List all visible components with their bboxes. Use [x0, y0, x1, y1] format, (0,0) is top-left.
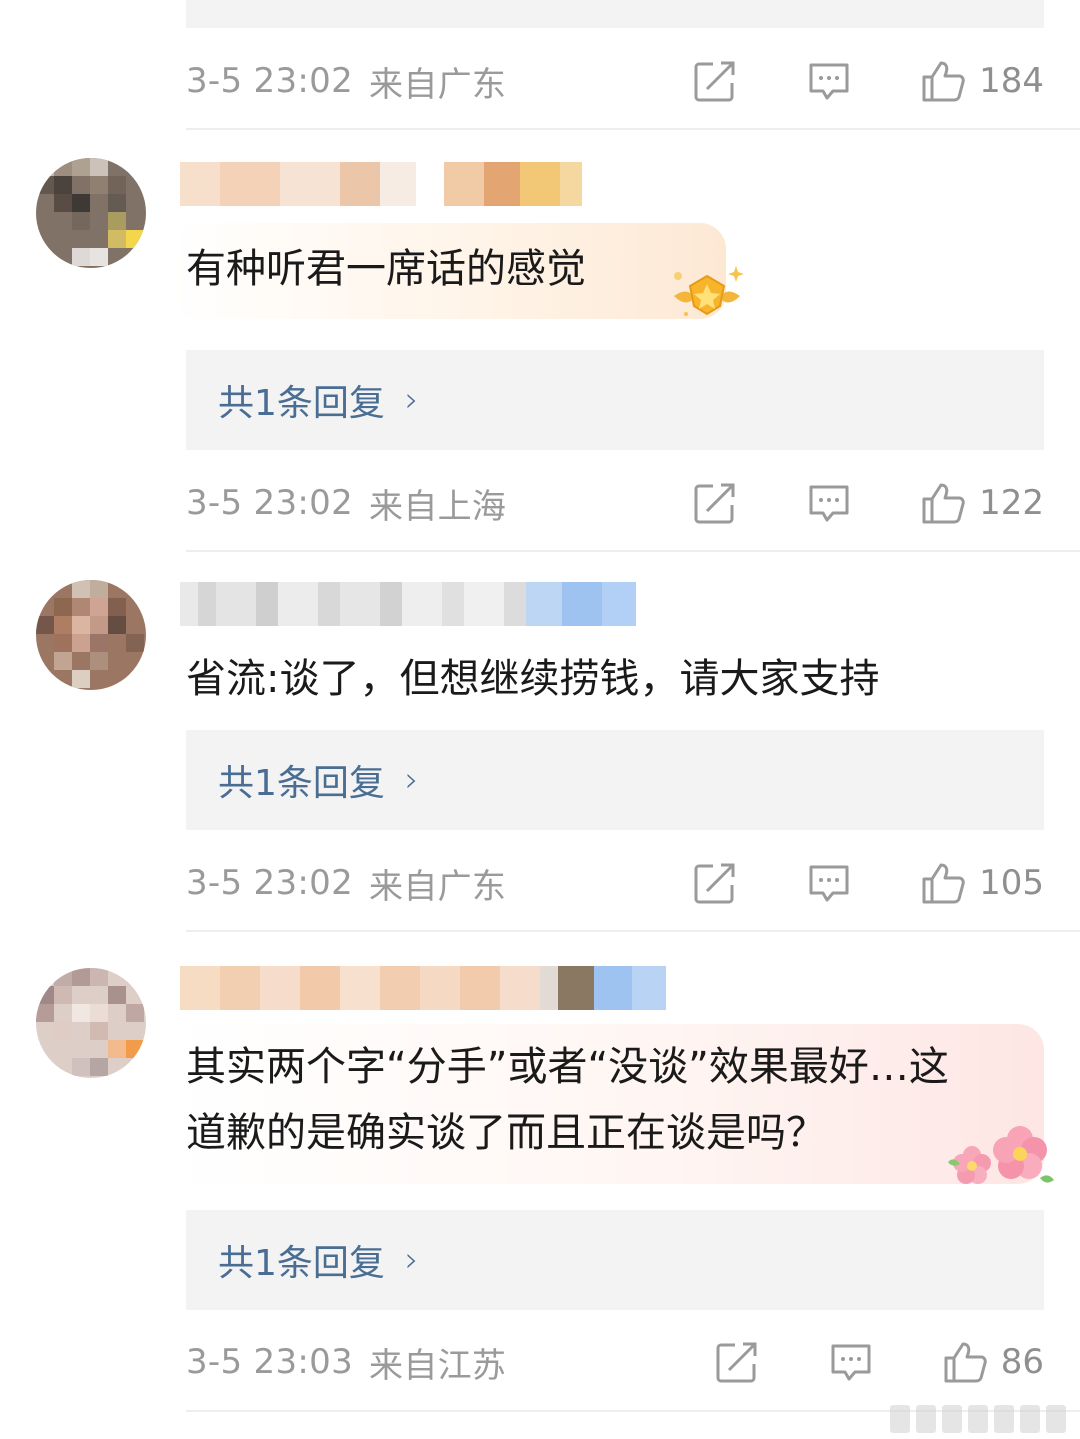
reply-expander[interactable]: 共1条回复 ›: [186, 350, 1044, 450]
comment-location: 来自江苏: [369, 1345, 507, 1386]
comment-divider: [186, 930, 1080, 932]
avatar[interactable]: [36, 580, 146, 690]
username-blurred[interactable]: [180, 966, 666, 1010]
repost-icon[interactable]: [693, 481, 737, 525]
comment-location: 来自广东: [369, 64, 507, 105]
thumbs-up-icon[interactable]: [943, 1340, 987, 1384]
like-button[interactable]: 86: [943, 1340, 1044, 1384]
previous-reply-box[interactable]: [186, 0, 1044, 28]
comment-time: 3-5 23:03: [186, 1342, 354, 1382]
avatar[interactable]: [36, 968, 146, 1078]
reply-count-link[interactable]: 共1条回复: [218, 754, 385, 806]
like-count: 105: [979, 863, 1044, 903]
avatar[interactable]: [36, 158, 146, 268]
gold-star-badge-icon: [668, 262, 746, 324]
comment-text-line-1: 其实两个字“分手”或者“没谈”效果最好…这: [186, 1044, 949, 1090]
repost-icon[interactable]: [693, 59, 737, 103]
like-button[interactable]: 184: [921, 59, 1044, 103]
like-button[interactable]: 122: [921, 481, 1044, 525]
repost-icon[interactable]: [715, 1340, 759, 1384]
reply-count-link[interactable]: 共1条回复: [218, 374, 385, 426]
like-count: 122: [979, 483, 1044, 523]
comment-location: 来自上海: [369, 486, 507, 527]
reply-expander[interactable]: 共1条回复 ›: [186, 1210, 1044, 1310]
chevron-right-icon: ›: [404, 760, 419, 800]
comment-icon[interactable]: [807, 481, 851, 525]
like-button[interactable]: 105: [921, 861, 1044, 905]
like-count: 184: [979, 61, 1044, 101]
chevron-right-icon: ›: [404, 1240, 419, 1280]
comment-icon[interactable]: [807, 861, 851, 905]
comment-icon[interactable]: [829, 1340, 873, 1384]
comment-meta-row: 3-5 23:02 来自广东 105: [186, 858, 1044, 908]
comment-time: 3-5 23:02: [186, 61, 354, 101]
comment-location: 来自广东: [369, 866, 507, 907]
thumbs-up-icon[interactable]: [921, 59, 965, 103]
comment-meta-row: 3-5 23:03 来自江苏 86: [186, 1337, 1044, 1387]
comment-text: 省流:谈了，但想继续捞钱，请大家支持: [186, 656, 880, 702]
repost-icon[interactable]: [693, 861, 737, 905]
comment-icon[interactable]: [807, 59, 851, 103]
comment-divider: [186, 550, 1080, 552]
username-blurred[interactable]: [180, 162, 582, 206]
reply-expander[interactable]: 共1条回复 ›: [186, 730, 1044, 830]
comment-time: 3-5 23:02: [186, 863, 354, 903]
thumbs-up-icon[interactable]: [921, 861, 965, 905]
cherry-blossom-badge-icon: [944, 1118, 1064, 1190]
comment-divider: [186, 128, 1080, 130]
comment-meta-row: 3-5 23:02 来自广东 184: [186, 56, 1044, 106]
reply-count-link[interactable]: 共1条回复: [218, 1234, 385, 1286]
comment-text: 有种听君一席话的感觉: [186, 246, 586, 292]
comment-meta-row: 3-5 23:02 来自上海 122: [186, 478, 1044, 528]
comment-text-line-2: 道歉的是确实谈了而且正在谈是吗？: [186, 1110, 826, 1156]
comment-time: 3-5 23:02: [186, 483, 354, 523]
blurred-watermark: [890, 1405, 1070, 1439]
thumbs-up-icon[interactable]: [921, 481, 965, 525]
chevron-right-icon: ›: [404, 380, 419, 420]
like-count: 86: [1000, 1342, 1044, 1382]
username-blurred[interactable]: [180, 582, 636, 626]
